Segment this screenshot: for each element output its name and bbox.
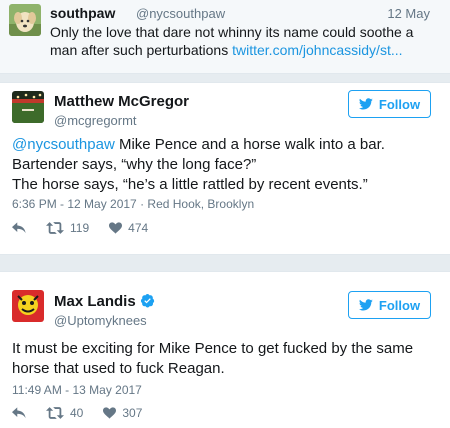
tweet-line-3: The horse says, “he’s a little rattled b…	[12, 176, 368, 193]
follow-label: Follow	[378, 96, 421, 112]
reply-link[interactable]: twitter.com/johncassidy/st...	[232, 42, 402, 58]
mcgregor-avatar[interactable]	[12, 91, 44, 123]
retweet-action[interactable]: 40	[46, 406, 83, 420]
tweet-line-2: Bartender says, “why the long face?”	[12, 156, 257, 173]
landis-name-text: Max Landis	[54, 293, 136, 310]
follow-label: Follow	[378, 297, 421, 313]
heart-icon	[109, 222, 123, 234]
timeline-gutter	[0, 255, 450, 271]
reply-icon	[12, 407, 26, 419]
reply-author-name[interactable]: southpaw	[50, 5, 115, 21]
reply-icon	[12, 222, 26, 234]
reply-tweet[interactable]: southpaw @nycsouthpaw 12 May Only the lo…	[0, 0, 450, 74]
reply-text: Only the love that dare not whinny its n…	[50, 23, 430, 59]
retweet-count: 119	[70, 221, 90, 235]
mcgregor-actions: 119 474	[12, 221, 168, 235]
like-count: 474	[128, 221, 149, 235]
landis-handle[interactable]: @Uptomyknees	[54, 313, 147, 328]
landis-actions: 40 307	[12, 406, 162, 420]
tweet-card-mcgregor: Matthew McGregor @mcgregormt Follow @nyc…	[0, 82, 450, 255]
like-action[interactable]: 307	[103, 406, 142, 420]
retweet-count: 40	[70, 406, 84, 420]
tweet-line-1: Mike Pence and a horse walk into a bar.	[114, 136, 385, 153]
southpaw-avatar[interactable]	[9, 4, 41, 36]
twitter-bird-icon	[358, 299, 373, 311]
mcgregor-handle[interactable]: @mcgregormt	[54, 113, 137, 128]
retweet-icon	[46, 222, 64, 234]
heart-icon	[103, 407, 117, 419]
timeline-gutter	[0, 74, 450, 82]
landis-name[interactable]: Max Landis	[54, 293, 155, 310]
follow-button-mcgregor[interactable]: Follow	[348, 90, 431, 118]
reply-date[interactable]: 12 May	[387, 6, 430, 21]
retweet-action[interactable]: 119	[46, 221, 89, 235]
mcgregor-name[interactable]: Matthew McGregor	[54, 93, 189, 110]
landis-avatar[interactable]	[12, 290, 44, 322]
follow-button-landis[interactable]: Follow	[348, 291, 431, 319]
reply-action[interactable]	[12, 407, 26, 419]
mcgregor-timestamp[interactable]: 6:36 PM - 12 May 2017 · Red Hook, Brookl…	[12, 197, 254, 211]
landis-timestamp[interactable]: 11:49 AM - 13 May 2017	[12, 383, 142, 397]
verified-badge-icon	[140, 293, 154, 308]
mention-link[interactable]: @nycsouthpaw	[12, 136, 115, 153]
landis-tweet-text: It must be exciting for Mike Pence to ge…	[12, 340, 414, 377]
mcgregor-tweet-text: @nycsouthpaw Mike Pence and a horse walk…	[12, 135, 437, 195]
twitter-bird-icon	[358, 98, 373, 110]
tweet-card-landis: Max Landis @Uptomyknees Follow It must b…	[0, 271, 450, 428]
like-count: 307	[122, 406, 143, 420]
reply-action[interactable]	[12, 222, 26, 234]
reply-author-handle[interactable]: @nycsouthpaw	[136, 6, 225, 21]
retweet-icon	[46, 407, 64, 419]
like-action[interactable]: 474	[109, 221, 148, 235]
